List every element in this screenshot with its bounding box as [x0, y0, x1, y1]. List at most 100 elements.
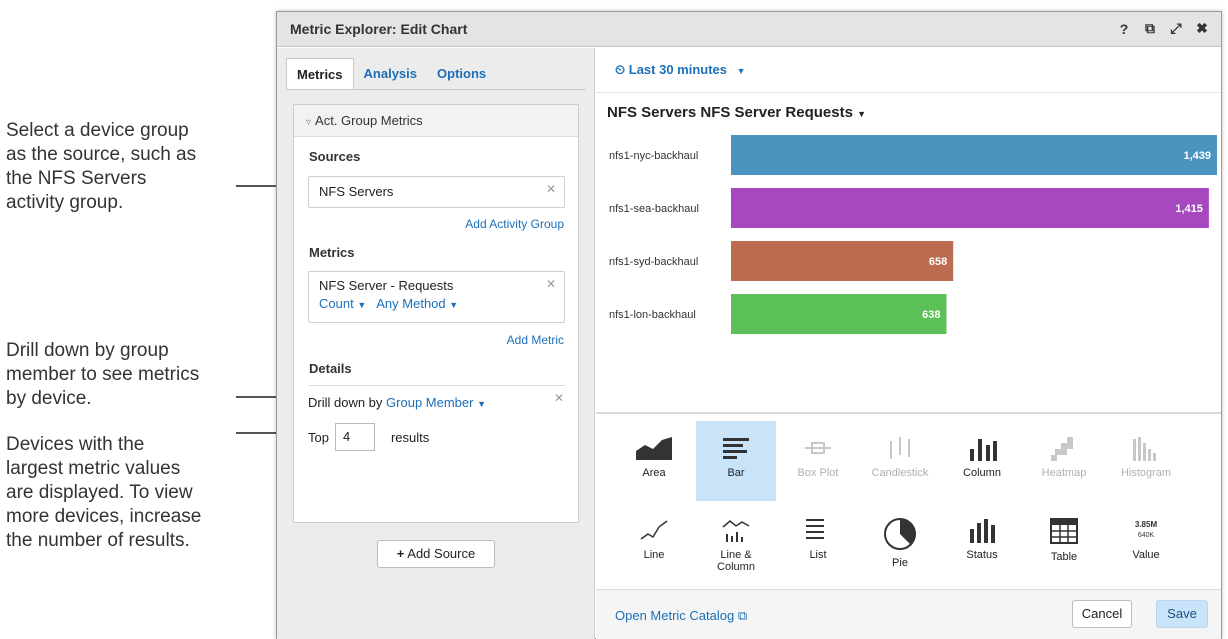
category-label: nfs1-syd-backhaul [609, 256, 698, 268]
heatmap-icon [1024, 435, 1104, 461]
value-icon: 3.85M 640K [1106, 517, 1186, 543]
chart-type-label: Line [643, 549, 665, 561]
bar-chart-icon [696, 435, 776, 461]
chart-type-label: Value [1132, 549, 1160, 561]
chart-type-label: Column [963, 467, 1001, 479]
bar[interactable] [731, 135, 1217, 175]
edit-chart-window: Metric Explorer: Edit Chart ? ⧉ ⤢ ✖ Metr… [276, 11, 1222, 639]
chart-type-line[interactable]: Line [614, 503, 694, 583]
time-range-selector[interactable]: ⏲ Last 30 minutes ▼ [615, 62, 746, 78]
top-label: Top [308, 429, 329, 445]
pie-chart-icon [860, 517, 940, 551]
window-titlebar: Metric Explorer: Edit Chart ? ⧉ ⤢ ✖ [277, 12, 1221, 47]
add-metric-link[interactable]: Add Metric [507, 333, 564, 347]
chart-type-bar[interactable]: Bar [696, 421, 776, 501]
chart-type-picker: Area Bar Box Plot Candlestick Column Heatmap H… [614, 421, 1206, 583]
chevron-down-icon: ▿ [306, 117, 312, 128]
chart-type-list[interactable]: List [778, 503, 858, 583]
candlestick-icon [860, 435, 940, 461]
chart-type-label: Bar [727, 467, 745, 479]
right-panel: ⏲ Last 30 minutes ▼ NFS Servers NFS Serv… [596, 48, 1221, 639]
chart-type-label: List [809, 549, 827, 561]
remove-metric-icon[interactable]: ✕ [546, 277, 556, 291]
top-results-input[interactable]: 4 [334, 423, 375, 451]
chart-type-label: Histogram [1120, 467, 1172, 479]
chart-type-label: Candlestick [871, 467, 929, 479]
bar-value-label: 658 [929, 256, 947, 268]
source-field[interactable]: NFS Servers ✕ [308, 176, 565, 208]
callout-top-results: Devices with the largest metric values a… [6, 434, 202, 551]
metric-method-dropdown[interactable]: Any Method ▼ [376, 296, 458, 311]
line-column-icon [696, 517, 776, 543]
chart-type-pie[interactable]: Pie [860, 503, 940, 583]
cancel-button[interactable]: Cancel [1072, 600, 1132, 628]
chart-type-status[interactable]: Status [942, 503, 1022, 583]
category-label: nfs1-nyc-backhaul [609, 150, 698, 162]
expand-icon[interactable]: ⤢ [1169, 20, 1183, 37]
bar-chart: nfs1-nyc-backhaul 1,439 nfs1-sea-backhaul 1… [609, 135, 1217, 334]
details-label: Details [309, 361, 352, 376]
chart-type-heatmap[interactable]: Heatmap [1024, 421, 1104, 501]
chart-type-label: Pie [892, 557, 908, 569]
chart-title[interactable]: NFS Servers NFS Server Requests ▼ [607, 104, 866, 121]
bar-value-label: 1,415 [1175, 203, 1203, 215]
column-chart-icon [942, 435, 1022, 461]
sources-label: Sources [309, 149, 361, 164]
chart-type-candlestick[interactable]: Candlestick [860, 421, 940, 501]
top-results-row: Top 4 results [308, 423, 429, 451]
help-icon[interactable]: ? [1117, 21, 1131, 37]
left-panel: Metrics Analysis Options ▿ Act. Group Met… [277, 48, 595, 639]
bar-value-label: 1,439 [1183, 150, 1211, 162]
chart-type-table[interactable]: Table [1024, 503, 1104, 583]
group-metrics-header[interactable]: ▿ Act. Group Metrics [294, 105, 578, 137]
status-icon [942, 517, 1022, 543]
bar[interactable] [731, 188, 1209, 228]
drill-down-dropdown[interactable]: Group Member ▼ [386, 395, 486, 410]
chart-type-area[interactable]: Area [614, 421, 694, 501]
box-plot-icon [778, 435, 858, 461]
chart-type-label: Status [966, 549, 998, 561]
tab-options[interactable]: Options [427, 58, 496, 90]
bar[interactable] [731, 241, 954, 281]
source-value: NFS Servers [319, 184, 394, 199]
details-divider [308, 385, 565, 386]
callout-drilldown: Drill down by group member to see metric… [6, 340, 200, 409]
remove-source-icon[interactable]: ✕ [546, 182, 556, 196]
popout-icon[interactable]: ⧉ [1143, 20, 1157, 37]
results-label: results [390, 429, 430, 445]
time-range-label: Last 30 minutes [628, 62, 728, 77]
tab-divider [286, 89, 586, 90]
chart-divider [596, 412, 1221, 414]
add-source-button[interactable]: + Add Source [377, 540, 495, 568]
tab-metrics[interactable]: Metrics [286, 58, 354, 90]
chart-type-value[interactable]: 3.85M 640K Value [1106, 503, 1186, 583]
add-activity-group-link[interactable]: Add Activity Group [465, 217, 564, 231]
chart-type-box-plot[interactable]: Box Plot [778, 421, 858, 501]
line-chart-icon [614, 517, 694, 543]
chart-type-histogram[interactable]: Histogram [1106, 421, 1186, 501]
svg-text:3.85M: 3.85M [1135, 520, 1158, 529]
chart-type-line-column[interactable]: Line & Column [696, 503, 776, 583]
chart-type-column[interactable]: Column [942, 421, 1022, 501]
remove-drilldown-icon[interactable]: ✕ [554, 391, 564, 405]
metric-field[interactable]: NFS Server - Requests Count ▼ Any Method… [308, 271, 565, 323]
callout-source: Select a device group as the source, suc… [6, 120, 197, 213]
chart-type-label: Table [1050, 551, 1078, 563]
histogram-icon [1106, 435, 1186, 461]
open-metric-catalog-link[interactable]: Open Metric Catalog ⧉ [615, 608, 747, 624]
area-chart-icon [614, 435, 694, 461]
close-icon[interactable]: ✖ [1195, 20, 1209, 37]
tab-analysis[interactable]: Analysis [354, 58, 427, 90]
chart-type-label: Line & Column [717, 549, 755, 573]
list-icon [778, 517, 858, 543]
metric-aggregation-dropdown[interactable]: Count ▼ [319, 296, 366, 311]
bar[interactable] [731, 294, 947, 334]
save-button[interactable]: Save [1156, 600, 1208, 628]
svg-text:640K: 640K [1138, 532, 1155, 539]
chart-type-label: Area [642, 467, 666, 479]
drill-down-row: Drill down by Group Member ▼ [308, 395, 486, 410]
external-link-icon: ⧉ [737, 608, 748, 623]
footer-bar: Open Metric Catalog ⧉ Cancel Save [596, 589, 1221, 639]
time-divider [596, 92, 1221, 93]
group-metrics-panel: ▿ Act. Group Metrics Sources NFS Servers … [293, 104, 579, 523]
